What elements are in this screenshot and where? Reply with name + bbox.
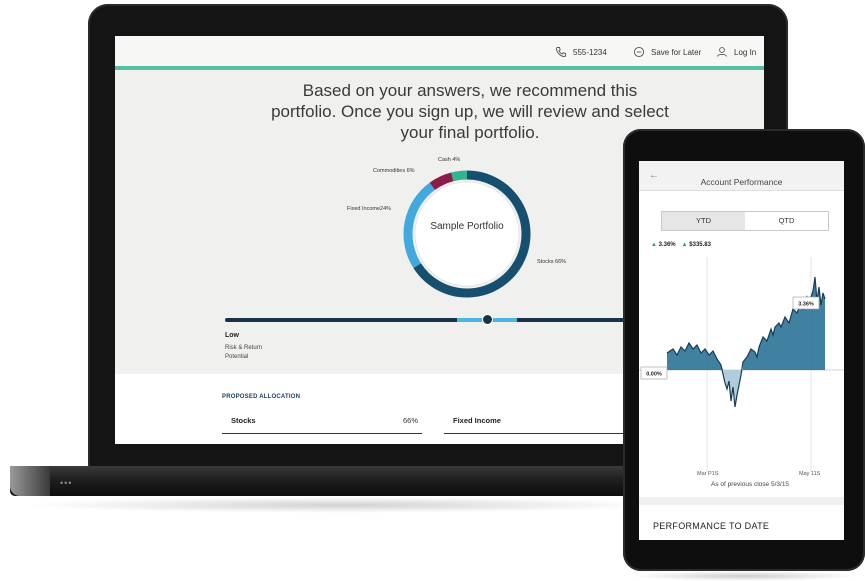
allocation-row-stocks[interactable]: Stocks (231, 416, 256, 425)
section-divider (639, 497, 844, 505)
donut-center-disc (415, 182, 519, 286)
arrow-up-icon: ▲ (651, 242, 657, 248)
allocation-title: PROPOSED ALLOCATION (222, 394, 301, 400)
risk-low-label: Low (225, 332, 239, 339)
allocation-divider (444, 433, 644, 434)
tab-qtd[interactable]: QTD (745, 212, 828, 230)
phone-icon (556, 47, 566, 57)
chart-start-tag-text: 0.00% (646, 372, 662, 378)
allocation-row-fixed-income[interactable]: Fixed Income (453, 416, 501, 425)
save-icon (633, 46, 645, 58)
laptop-indicator-dots: ••• (60, 478, 73, 488)
laptop-base-edge (10, 466, 50, 496)
donut-center-label: Sample Portfolio (430, 221, 504, 232)
save-for-later-button[interactable]: Save for Later (633, 46, 701, 58)
period-tabs: YTD QTD (661, 211, 829, 231)
allocation-percent-stocks: 66% (403, 416, 419, 425)
portfolio-donut-chart (403, 170, 531, 298)
risk-slider-thumb[interactable] (482, 314, 493, 325)
user-icon (717, 47, 727, 57)
as-of-label: As of previous close 5/3/15 (711, 481, 790, 488)
performance-area-chart: 0.00% 3.36% (639, 257, 844, 472)
amount-change: ▲ $335.83 (681, 242, 711, 248)
phone-screen: ← Account Performance YTD QTD ▲ 3.36% ▲ … (639, 161, 844, 540)
chart-area-above-baseline (667, 277, 825, 370)
donut-label-commodities: Commodities 6% (373, 168, 415, 174)
accent-bar (115, 66, 764, 70)
top-bar: 555-1234 Save for Later Log In (115, 36, 764, 66)
allocation-divider (222, 433, 422, 434)
laptop-shadow (22, 497, 662, 513)
phone-shadow (630, 571, 858, 581)
performance-stats: ▲ 3.36% ▲ $335.83 (651, 242, 711, 248)
risk-low-description: Risk & Return Potential (225, 345, 263, 360)
laptop-base (10, 466, 672, 496)
chart-x-start-label: Mar P1S (697, 471, 719, 477)
percent-change: ▲ 3.36% (651, 242, 676, 248)
performance-to-date-heading: PERFORMANCE TO DATE (653, 521, 770, 531)
phone-number: 555-1234 (573, 47, 607, 57)
phone-contact[interactable]: 555-1234 (555, 46, 607, 58)
donut-segment-cash (451, 170, 468, 182)
arrow-up-icon: ▲ (681, 242, 688, 248)
phone-title: Account Performance (700, 177, 783, 187)
log-in-label: Log In (734, 47, 757, 57)
tab-ytd[interactable]: YTD (662, 212, 745, 230)
chart-end-tag-text: 3.36% (798, 302, 814, 308)
chart-x-end-label: May 11S (799, 471, 821, 477)
donut-label-cash: Cash 4% (438, 157, 461, 163)
log-in-button[interactable]: Log In (716, 46, 756, 58)
donut-label-fixed-income: Fixed Income24% (347, 206, 392, 212)
donut-label-stocks: Stocks 66% (537, 259, 567, 265)
phone-header: ← Account Performance (639, 161, 844, 191)
save-for-later-label: Save for Later (651, 47, 702, 57)
